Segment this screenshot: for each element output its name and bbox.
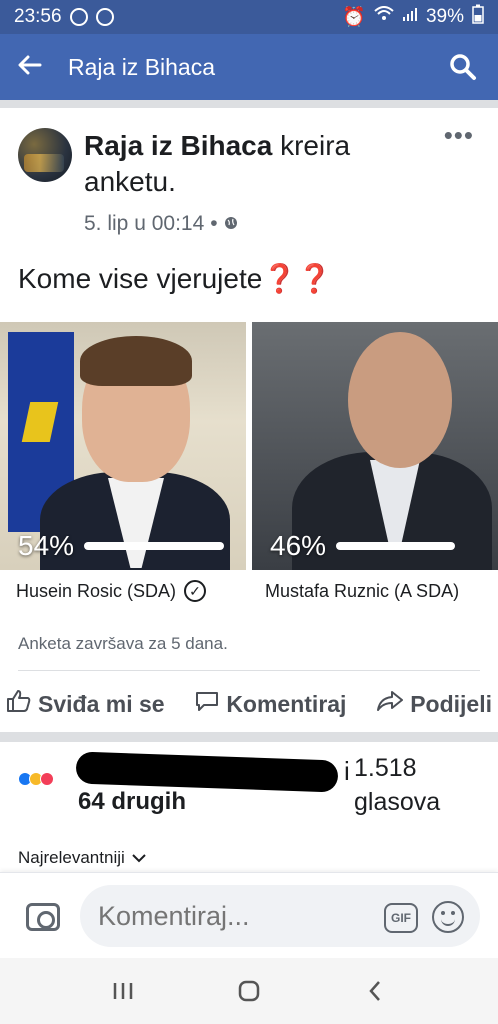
love-reaction-icon	[40, 772, 54, 786]
comment-sort-dropdown[interactable]: Najrelevantniji	[18, 848, 147, 868]
post-header: Raja iz Bihaca kreira anketu. 5. lip u 0…	[0, 100, 498, 250]
option-1-bar	[84, 542, 225, 550]
battery-text: 39%	[425, 6, 464, 27]
option-1-label: Husein Rosic (SDA)	[16, 580, 177, 601]
reaction-icons[interactable]	[18, 772, 54, 786]
poll-end-text: Anketa završava za 5 dana.	[18, 634, 228, 653]
poll-option-labels: Husein Rosic (SDA) ✓ Mustafa Ruznic (A S…	[0, 580, 498, 602]
signal-icon	[402, 6, 418, 28]
page-title: Raja iz Bihaca	[68, 53, 216, 80]
share-arrow-icon	[376, 689, 404, 719]
option-1-result: 54%	[18, 530, 225, 562]
checkmark-icon: ✓	[184, 580, 207, 602]
votes-count: 1.518	[354, 754, 417, 782]
share-label: Podijeli	[410, 690, 492, 717]
option-1-percent: 54%	[18, 530, 75, 561]
wifi-icon	[374, 6, 394, 28]
top-app-bar: Raja iz Bihaca	[0, 34, 498, 100]
option-2-label-row[interactable]: Mustafa Ruznic (A SDA)	[249, 580, 498, 602]
comment-bubble-icon	[194, 689, 220, 719]
section-separator	[0, 732, 498, 742]
option-1-label-row[interactable]: Husein Rosic (SDA) ✓	[0, 580, 249, 602]
sort-label: Najrelevantniji	[18, 848, 125, 867]
share-button[interactable]: Podijeli	[376, 689, 492, 719]
meta-separator: •	[210, 212, 218, 235]
option-2-percent: 46%	[270, 530, 327, 561]
alarm-icon: ⏰	[342, 7, 366, 28]
reactor-name-tail: i	[344, 756, 350, 786]
search-icon[interactable]	[446, 50, 480, 84]
settings-icon	[95, 8, 114, 26]
page-avatar[interactable]	[18, 128, 72, 182]
emoji-icon[interactable]	[432, 901, 464, 933]
gif-button[interactable]: GIF	[384, 903, 418, 933]
more-options-icon[interactable]: •••	[444, 122, 474, 148]
post-actions: Sviđa mi se Komentiraj Podijeli	[0, 682, 498, 726]
votes-label: glasova	[354, 788, 441, 816]
chevron-down-icon	[131, 848, 147, 868]
clock: 23:56	[14, 6, 62, 27]
like-label: Sviđa mi se	[38, 690, 165, 717]
post-headline: Raja iz Bihaca kreira anketu.	[84, 128, 434, 200]
question-text: Kome vise vjerujete	[18, 263, 263, 294]
back-icon[interactable]	[357, 973, 393, 1009]
like-button[interactable]: Sviđa mi se	[6, 689, 165, 719]
redacted-name	[75, 751, 339, 793]
comment-input[interactable]	[80, 885, 480, 947]
camera-icon[interactable]	[26, 903, 60, 931]
poll-option-1[interactable]: 54%	[0, 322, 246, 570]
recent-apps-icon[interactable]	[105, 973, 141, 1009]
poll-options: 54% 46%	[0, 322, 498, 570]
comment-button[interactable]: Komentiraj	[194, 689, 346, 719]
battery-icon	[472, 4, 484, 30]
system-navigation-bar	[0, 958, 498, 1024]
option-2-label: Mustafa Ruznic (A SDA)	[265, 580, 460, 601]
viber-icon	[69, 8, 88, 26]
option-2-bar	[336, 542, 456, 550]
poll-question: Kome vise vjerujete❓❓	[18, 262, 332, 295]
person-face	[348, 332, 452, 468]
option-2-result: 46%	[270, 530, 456, 562]
comment-label: Komentiraj	[226, 690, 347, 717]
question-marks-emoji: ❓❓	[262, 263, 333, 294]
poll-option-2[interactable]: 46%	[252, 322, 498, 570]
thumbs-up-icon	[6, 689, 32, 719]
back-arrow-icon[interactable]	[18, 55, 42, 80]
status-bar: 23:56 ⏰ 39%	[0, 0, 498, 34]
reactors-others[interactable]: 64 drugih	[78, 788, 186, 816]
comment-composer: GIF	[0, 872, 498, 958]
post-meta: 5. lip u 00:14 •	[84, 212, 238, 236]
person-hair	[80, 336, 192, 386]
divider	[18, 670, 480, 671]
post-author-link[interactable]: Raja iz Bihaca	[84, 130, 272, 161]
globe-icon	[224, 212, 238, 236]
post-timestamp[interactable]: 5. lip u 00:14	[84, 212, 204, 236]
home-icon[interactable]	[231, 973, 267, 1009]
